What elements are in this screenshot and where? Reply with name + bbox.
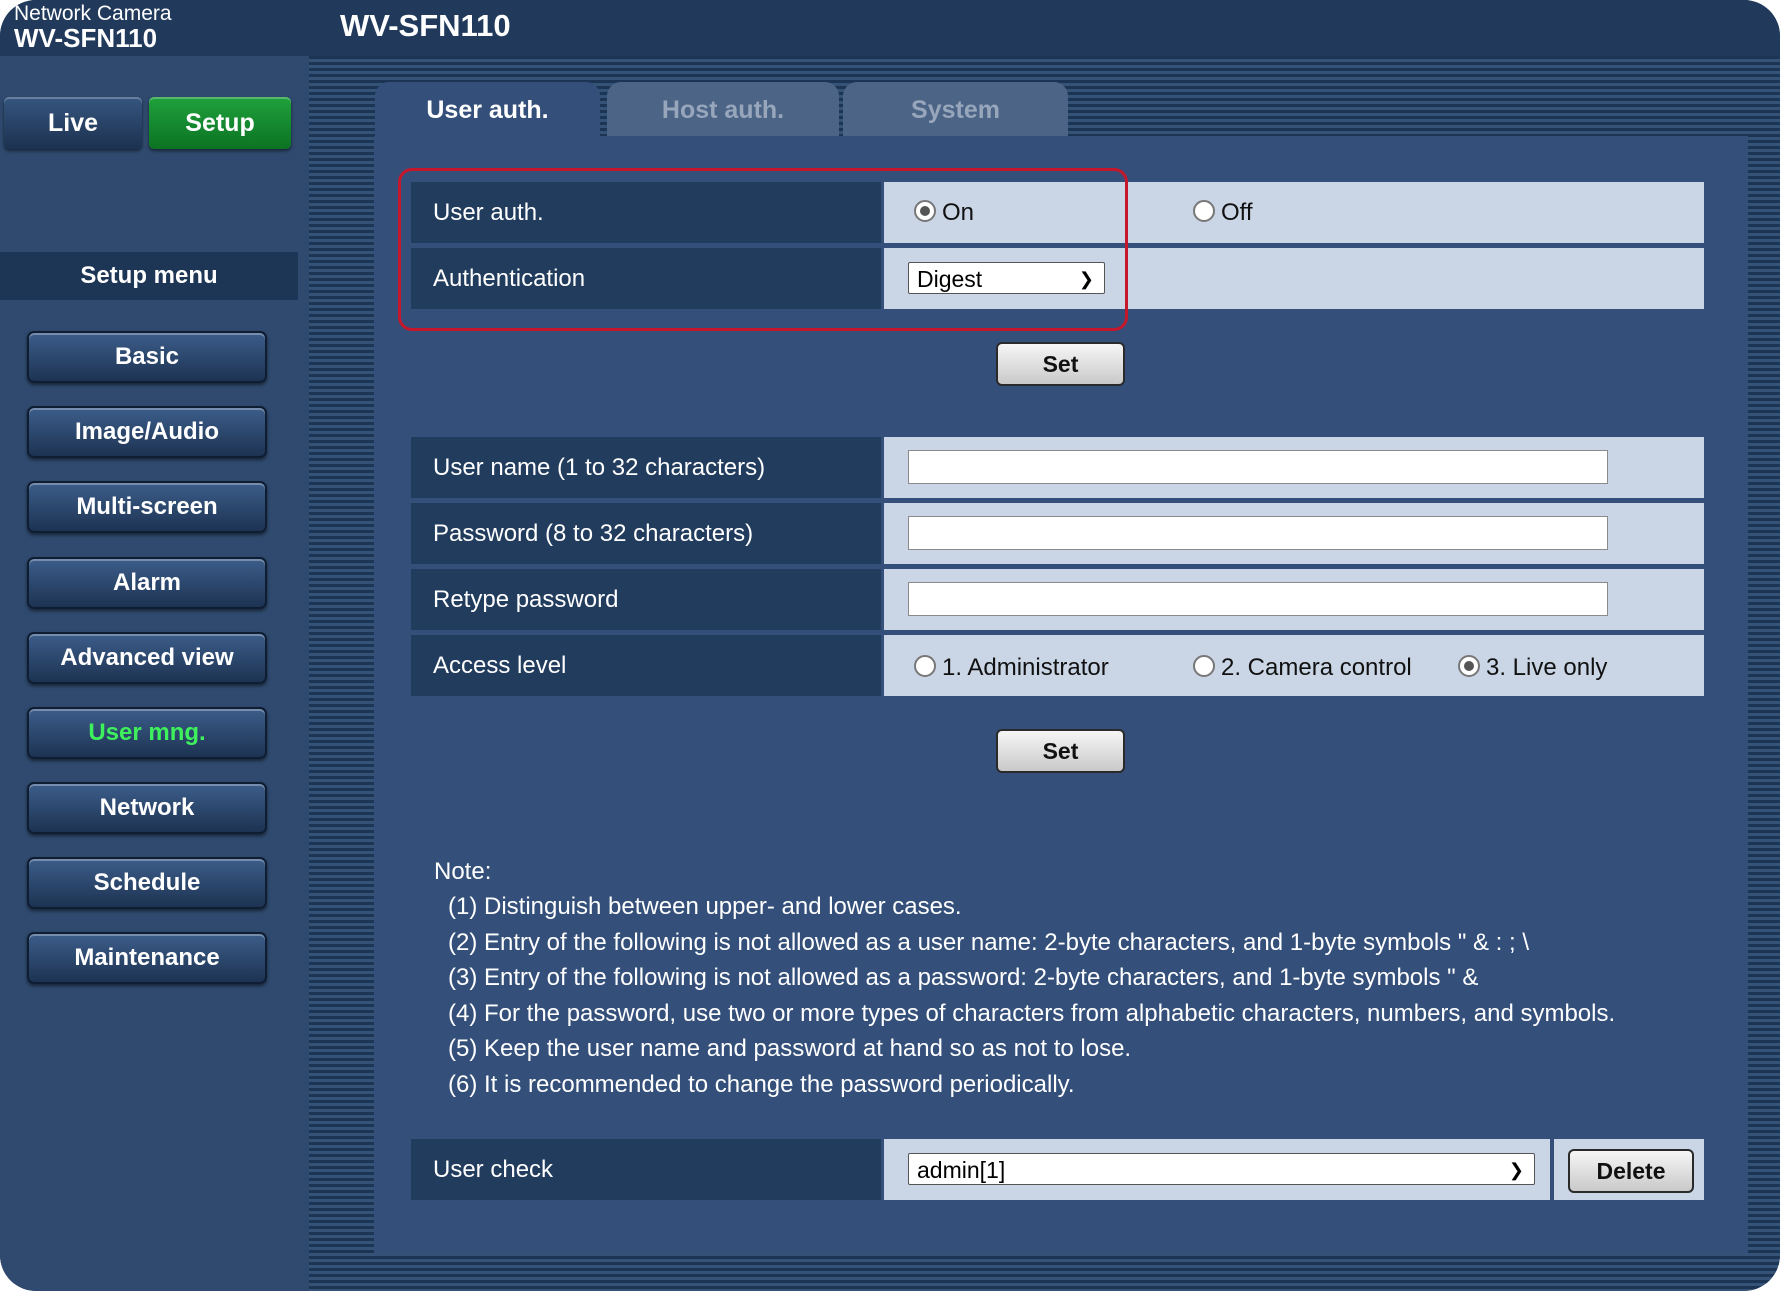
password-label: Password (8 to 32 characters)	[411, 503, 881, 564]
menu-basic-button[interactable]: Basic	[27, 331, 267, 383]
menu-maintenance-button[interactable]: Maintenance	[27, 932, 267, 984]
user-auth-off-label: Off	[1221, 199, 1253, 226]
user-check-select[interactable]: admin[1] ❯	[908, 1153, 1535, 1185]
access-administrator-label: 1. Administrator	[942, 654, 1109, 681]
menu-schedule-button[interactable]: Schedule	[27, 857, 267, 909]
notes-title: Note:	[434, 858, 492, 885]
menu-advanced-view-button[interactable]: Advanced view	[27, 632, 267, 684]
note-line: (2) Entry of the following is not allowe…	[448, 928, 1530, 956]
user-check-label: User check	[411, 1139, 881, 1200]
note-line: (4) For the password, use two or more ty…	[448, 999, 1616, 1027]
access-live-only-radio[interactable]: 3. Live only	[1458, 655, 1607, 681]
notes-block: Note: (1) Distinguish between upper- and…	[434, 855, 1615, 1102]
user-set-button[interactable]: Set	[996, 729, 1125, 773]
note-line: (6) It is recommended to change the pass…	[448, 1070, 1075, 1098]
menu-network-button[interactable]: Network	[27, 782, 267, 834]
access-camera-control-radio[interactable]: 2. Camera control	[1193, 655, 1412, 681]
note-line: (3) Entry of the following is not allowe…	[448, 964, 1479, 991]
radio-unchecked-icon	[914, 655, 936, 677]
username-label: User name (1 to 32 characters)	[411, 437, 881, 498]
user-check-selected-value: admin[1]	[917, 1157, 1006, 1183]
delete-button[interactable]: Delete	[1568, 1149, 1694, 1193]
retype-password-input[interactable]	[908, 582, 1608, 616]
auth-set-button[interactable]: Set	[996, 342, 1125, 386]
header-bar: Network Camera WV-SFN110 WV-SFN110	[0, 0, 1780, 56]
brand-model: WV-SFN110	[14, 23, 158, 53]
user-check-select-cell: admin[1] ❯	[884, 1139, 1550, 1200]
retype-password-label: Retype password	[411, 569, 881, 630]
radio-checked-icon	[1458, 655, 1480, 677]
username-input[interactable]	[908, 450, 1608, 484]
user-auth-off-radio[interactable]: Off	[1193, 200, 1253, 226]
access-level-label: Access level	[411, 635, 881, 696]
username-value-cell	[884, 437, 1704, 498]
note-line: (1) Distinguish between upper- and lower…	[448, 893, 962, 920]
password-input[interactable]	[908, 516, 1608, 550]
note-line: (5) Keep the user name and password at h…	[448, 1035, 1132, 1062]
chevron-down-icon: ❯	[1508, 1160, 1524, 1180]
access-level-options: 1. Administrator 2. Camera control 3. Li…	[884, 635, 1704, 696]
retype-password-value-cell	[884, 569, 1704, 630]
menu-alarm-button[interactable]: Alarm	[27, 557, 267, 609]
menu-multi-screen-button[interactable]: Multi-screen	[27, 481, 267, 533]
highlight-box	[398, 168, 1128, 331]
password-value-cell	[884, 503, 1704, 564]
setup-menu-title: Setup menu	[0, 252, 298, 300]
app-window: Network Camera WV-SFN110 WV-SFN110 Live …	[0, 0, 1780, 1291]
tab-host-auth[interactable]: Host auth.	[607, 82, 839, 136]
access-live-only-label: 3. Live only	[1486, 654, 1608, 681]
page-title: WV-SFN110	[340, 8, 511, 43]
tab-user-auth[interactable]: User auth.	[375, 82, 600, 136]
setup-button[interactable]: Setup	[149, 97, 291, 149]
tab-system[interactable]: System	[843, 82, 1068, 136]
live-button[interactable]: Live	[4, 97, 142, 149]
radio-unchecked-icon	[1193, 200, 1215, 222]
access-camera-control-label: 2. Camera control	[1221, 654, 1412, 681]
menu-image-audio-button[interactable]: Image/Audio	[27, 406, 267, 458]
radio-unchecked-icon	[1193, 655, 1215, 677]
menu-user-mng-button[interactable]: User mng.	[27, 707, 267, 759]
user-check-delete-cell: Delete	[1554, 1139, 1704, 1200]
access-administrator-radio[interactable]: 1. Administrator	[914, 655, 1109, 681]
